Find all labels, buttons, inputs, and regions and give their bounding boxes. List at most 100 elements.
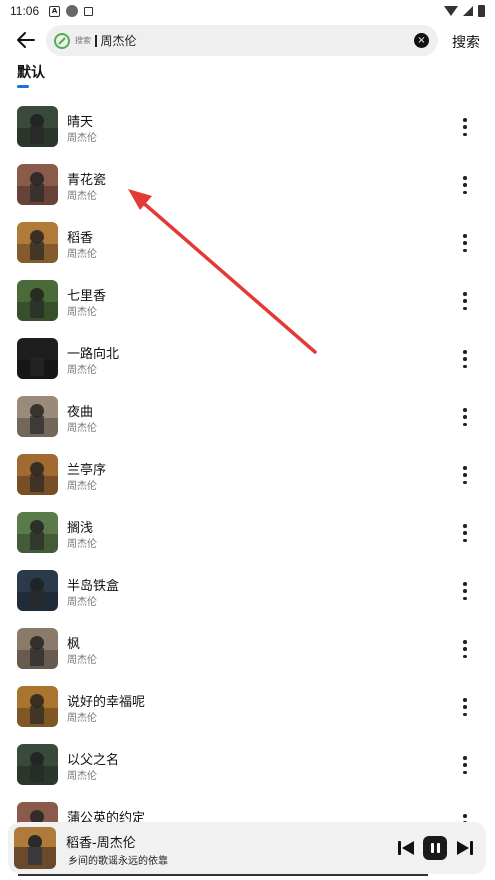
song-title: 夜曲: [67, 405, 94, 420]
search-input[interactable]: 搜索 周杰伦 ×: [46, 25, 438, 56]
more-dot: [463, 473, 467, 477]
album-cover: [17, 454, 58, 495]
more-dot: [463, 756, 467, 760]
previous-icon[interactable]: [396, 838, 416, 858]
song-artist: 周杰伦: [67, 597, 97, 608]
song-row[interactable]: 稻香 周杰伦: [0, 214, 495, 272]
more-dot: [463, 712, 467, 716]
mini-player[interactable]: 稻香-周杰伦 乡间的歌谣永远的依靠: [8, 822, 486, 874]
more-dot: [463, 763, 467, 767]
song-artist: 周杰伦: [67, 771, 97, 782]
song-artist: 周杰伦: [67, 133, 97, 144]
more-dot: [463, 422, 467, 426]
tab-label: 默认: [17, 65, 45, 81]
text-caret: [95, 34, 97, 47]
song-artist: 周杰伦: [67, 655, 97, 666]
more-dot: [463, 364, 467, 368]
song-row[interactable]: 晴天 周杰伦: [0, 98, 495, 156]
more-options-icon[interactable]: [458, 756, 472, 774]
battery-icon: [478, 5, 485, 17]
home-indicator: [18, 874, 428, 876]
song-title: 一路向北: [67, 347, 120, 362]
more-dot: [463, 241, 467, 245]
song-artist: 周杰伦: [67, 191, 97, 202]
more-dot: [463, 480, 467, 484]
more-options-icon[interactable]: [458, 234, 472, 252]
song-row[interactable]: 青花瓷 周杰伦: [0, 156, 495, 214]
wifi-icon: [444, 6, 458, 16]
song-row[interactable]: 说好的幸福呢 周杰伦: [0, 678, 495, 736]
next-icon[interactable]: [455, 838, 475, 858]
more-dot: [463, 640, 467, 644]
album-cover: [17, 106, 58, 147]
song-artist: 周杰伦: [67, 249, 97, 260]
app-logo-icon: [54, 32, 70, 49]
song-artist: 周杰伦: [67, 539, 97, 550]
more-options-icon[interactable]: [458, 350, 472, 368]
song-title: 稻香: [67, 231, 94, 246]
mini-player-title: 稻香-周杰伦: [66, 836, 136, 851]
more-dot: [463, 176, 467, 180]
song-row[interactable]: 搁浅 周杰伦: [0, 504, 495, 562]
clear-icon[interactable]: ×: [414, 33, 429, 48]
search-hint: 搜索: [75, 36, 91, 45]
album-cover: [17, 628, 58, 669]
song-title: 枫: [67, 637, 81, 652]
song-row[interactable]: 半岛铁盒 周杰伦: [0, 562, 495, 620]
album-cover: [17, 222, 58, 263]
back-button[interactable]: [14, 28, 38, 52]
more-options-icon[interactable]: [458, 524, 472, 542]
more-options-icon[interactable]: [458, 292, 472, 310]
album-cover: [17, 512, 58, 553]
search-button[interactable]: 搜索: [452, 32, 480, 52]
song-title: 以父之名: [67, 753, 120, 768]
notification-square-icon: [84, 6, 94, 16]
pause-button[interactable]: [423, 836, 447, 860]
song-row[interactable]: 以父之名 周杰伦: [0, 736, 495, 794]
more-options-icon[interactable]: [458, 408, 472, 426]
more-dot: [463, 248, 467, 252]
song-title: 半岛铁盒: [67, 579, 120, 594]
more-dot: [463, 466, 467, 470]
more-dot: [463, 582, 467, 586]
more-dot: [463, 770, 467, 774]
album-cover: [17, 396, 58, 437]
more-options-icon[interactable]: [458, 176, 472, 194]
song-title: 兰亭序: [67, 463, 107, 478]
more-dot: [463, 118, 467, 122]
song-row[interactable]: 枫 周杰伦: [0, 620, 495, 678]
more-dot: [463, 234, 467, 238]
more-dot: [463, 357, 467, 361]
more-options-icon[interactable]: [458, 698, 472, 716]
mini-player-cover: [14, 827, 56, 869]
song-title: 青花瓷: [67, 173, 107, 188]
signal-icon: [463, 6, 473, 16]
song-row[interactable]: 兰亭序 周杰伦: [0, 446, 495, 504]
album-cover: [17, 164, 58, 205]
album-cover: [17, 338, 58, 379]
arrow-left-icon: [17, 32, 35, 48]
tab-default[interactable]: 默认: [17, 62, 45, 88]
more-options-icon[interactable]: [458, 582, 472, 600]
status-icons-right: [444, 5, 485, 17]
album-cover: [17, 686, 58, 727]
song-artist: 周杰伦: [67, 307, 97, 318]
status-bar: 11:06 A: [0, 0, 495, 22]
more-options-icon[interactable]: [458, 640, 472, 658]
more-dot: [463, 705, 467, 709]
notification-a-icon: A: [49, 5, 61, 17]
song-row[interactable]: 夜曲 周杰伦: [0, 388, 495, 446]
more-dot: [463, 408, 467, 412]
song-artist: 周杰伦: [67, 713, 97, 724]
more-options-icon[interactable]: [458, 466, 472, 484]
more-dot: [463, 350, 467, 354]
more-dot: [463, 698, 467, 702]
mini-player-lyric: 乡间的歌谣永远的依靠: [68, 856, 168, 867]
more-dot: [463, 531, 467, 535]
album-cover: [17, 280, 58, 321]
song-title: 七里香: [67, 289, 107, 304]
song-row[interactable]: 一路向北 周杰伦: [0, 330, 495, 388]
pause-bar-left: [430, 843, 434, 853]
more-options-icon[interactable]: [458, 118, 472, 136]
song-row[interactable]: 七里香 周杰伦: [0, 272, 495, 330]
